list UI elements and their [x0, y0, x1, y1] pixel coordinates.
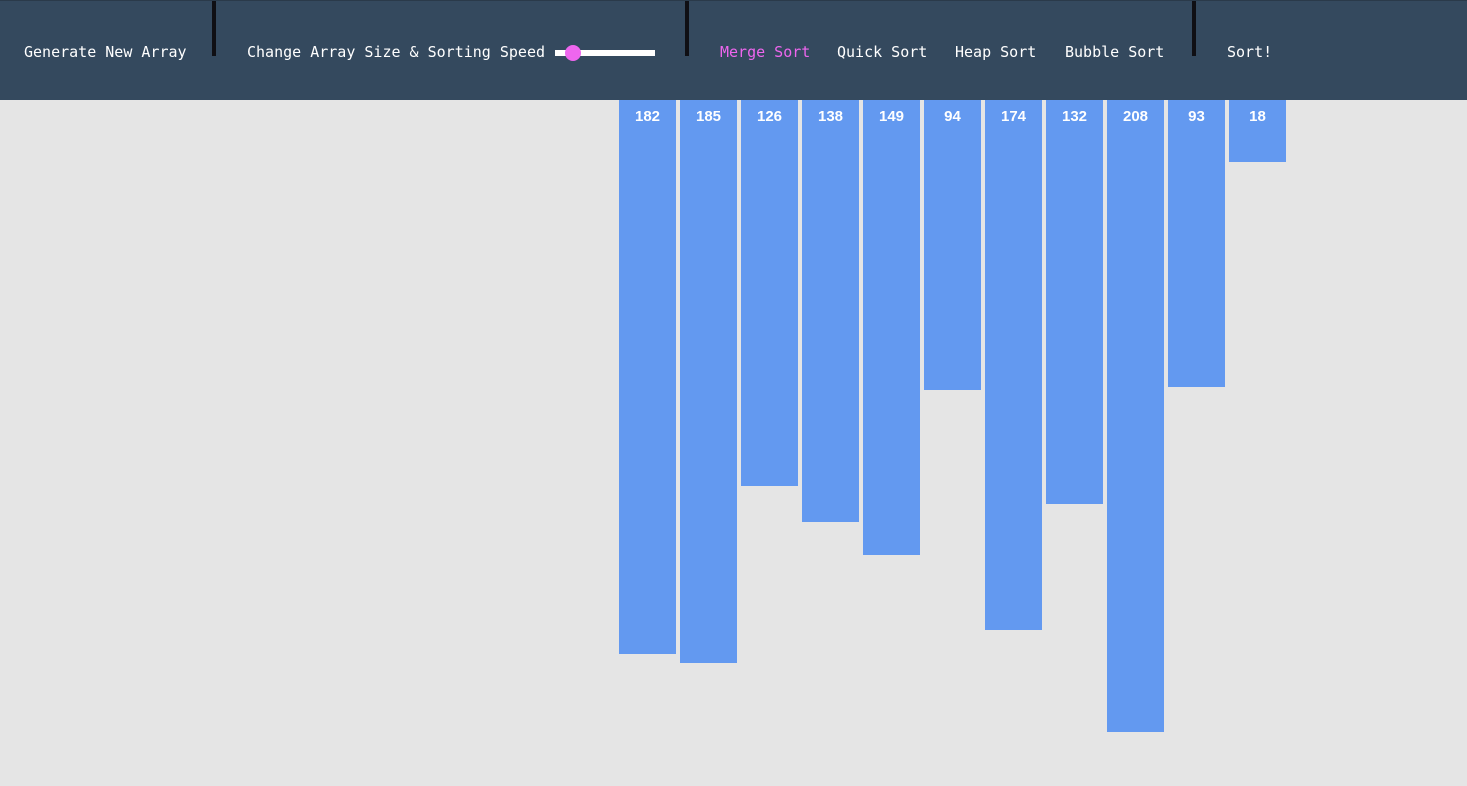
navbar-divider — [1192, 1, 1196, 56]
array-size-speed-slider[interactable] — [555, 45, 655, 61]
merge-sort-button[interactable]: Merge Sort — [720, 42, 810, 62]
array-bar-value: 18 — [1249, 108, 1266, 125]
array-bar-value: 182 — [634, 108, 661, 125]
array-bar: 208 — [1107, 100, 1164, 732]
array-bar: 182 — [619, 100, 676, 654]
navbar-divider — [212, 1, 216, 56]
array-bar: 174 — [985, 100, 1042, 630]
sort-button[interactable]: Sort! — [1227, 42, 1272, 62]
array-bar: 93 — [1168, 100, 1225, 387]
heap-sort-button[interactable]: Heap Sort — [955, 42, 1036, 62]
generate-new-array-button[interactable]: Generate New Array — [24, 42, 187, 62]
array-bar: 149 — [863, 100, 920, 555]
array-bar-value: 138 — [817, 108, 844, 125]
array-bar-value: 132 — [1061, 108, 1088, 125]
quick-sort-button[interactable]: Quick Sort — [837, 42, 927, 62]
array-bar-value: 94 — [944, 108, 961, 125]
bubble-sort-button[interactable]: Bubble Sort — [1065, 42, 1164, 62]
array-bar-value: 174 — [1000, 108, 1027, 125]
array-bar-value: 126 — [756, 108, 783, 125]
array-bar-value: 208 — [1122, 108, 1149, 125]
array-bar: 185 — [680, 100, 737, 663]
navbar-divider — [685, 1, 689, 56]
array-bar: 94 — [924, 100, 981, 390]
slider-thumb[interactable] — [565, 45, 582, 61]
array-bars-container: 182 185 126 138 149 94 174 132 208 93 18 — [0, 100, 1467, 786]
navbar: Generate New Array Change Array Size & S… — [0, 0, 1467, 100]
array-bar-value: 149 — [878, 108, 905, 125]
array-bar: 126 — [741, 100, 798, 486]
array-bar: 132 — [1046, 100, 1103, 504]
array-bar-value: 93 — [1188, 108, 1205, 125]
array-bar: 18 — [1229, 100, 1286, 162]
array-bar-value: 185 — [695, 108, 722, 125]
array-bar: 138 — [802, 100, 859, 522]
size-speed-label: Change Array Size & Sorting Speed — [247, 43, 546, 61]
